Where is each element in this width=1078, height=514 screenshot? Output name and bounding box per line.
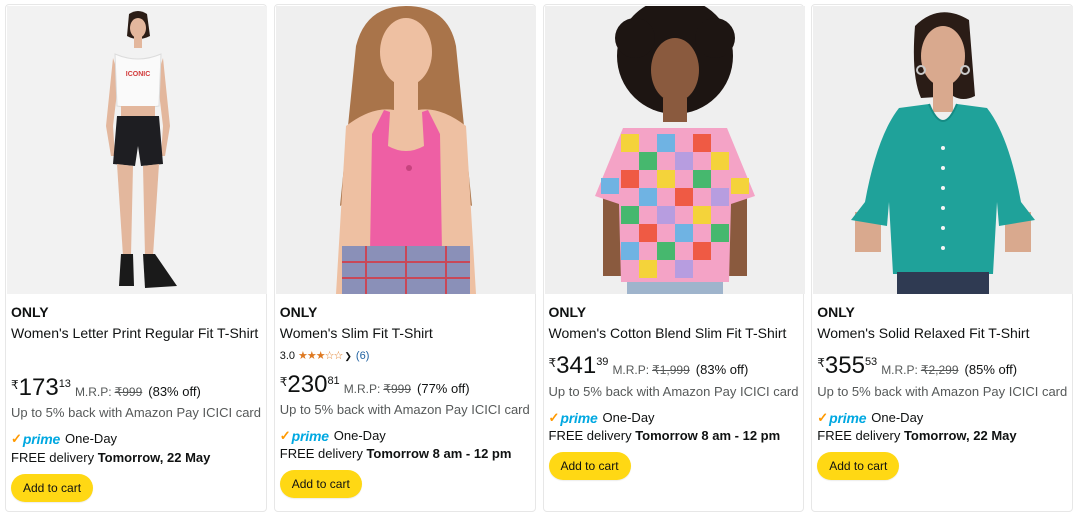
rating-count-link[interactable]: (6) [356,349,369,363]
discount-text: (83% off) [148,384,201,399]
price-currency: ₹ [11,378,19,392]
woman-checkered-tee-photo-icon [544,6,805,294]
mrp-value: ₹999 [114,385,143,399]
price-fraction: 39 [596,356,609,368]
star-rating-icon: ★★★☆☆ [298,350,343,362]
product-card: ICONIC ONLY Women's Letter Print Regular… [5,4,267,512]
product-title-link[interactable]: Women's Letter Print Regular Fit T-Shirt [11,323,261,344]
mrp-label: M.R.P: [343,382,381,396]
price-fraction: 81 [327,375,340,387]
add-to-cart-button[interactable]: Add to cart [817,452,900,480]
cashback-offer: Up to 5% back with Amazon Pay ICICI card [817,384,1068,399]
product-title-link[interactable]: Women's Solid Relaxed Fit T-Shirt [817,323,1067,344]
price-fraction: 53 [864,356,878,368]
brand-name: ONLY [11,304,49,320]
brand-name: ONLY [817,304,855,320]
prime-label: One-Day [333,428,386,443]
product-image[interactable] [275,6,536,294]
product-card: ONLY Women's Cotton Blend Slim Fit T-Shi… [542,4,805,512]
delivery-info: FREE delivery Tomorrow 8 am - 12 pm [279,446,512,461]
price-block: ₹ 341 39 M.R.P: ₹1,999 (83% off) [549,352,749,379]
price-block: ₹ 230 81 M.R.P: ₹999 (77% off) [280,371,470,398]
prime-logo-icon: ✓ prime [11,431,61,447]
prime-logo-icon: ✓ prime [817,410,867,426]
product-image[interactable]: ICONIC [7,6,267,294]
price-currency: ₹ [279,375,288,389]
discount-text: (83% off) [695,362,749,377]
mrp-label: M.R.P: [612,363,650,377]
cashback-offer: Up to 5% back with Amazon Pay ICICI card [11,405,261,420]
rating-row[interactable]: 3.0 ★★★☆☆ ❯ (6) [280,349,370,363]
mrp-value: ₹2,299 [920,363,959,377]
delivery-info: FREE delivery Tomorrow, 22 May [817,428,1017,443]
cashback-offer: Up to 5% back with Amazon Pay ICICI card [279,402,530,417]
add-to-cart-button[interactable]: Add to cart [279,470,362,498]
product-card: ONLY Women's Slim Fit T-Shirt 3.0 ★★★☆☆ … [273,4,536,512]
price-block: ₹ 355 53 M.R.P: ₹2,299 (85% off) [817,352,1017,379]
product-card: ONLY Women's Solid Relaxed Fit T-Shirt ₹… [811,4,1074,512]
chevron-down-icon[interactable]: ❯ [344,349,352,363]
add-to-cart-button[interactable]: Add to cart [11,474,94,502]
top-print-text: ICONIC [126,71,151,78]
prime-label: One-Day [65,431,118,446]
rating-value: 3.0 [279,350,296,362]
price-currency: ₹ [548,356,557,370]
price-whole: 341 [556,352,597,379]
product-image[interactable] [544,6,805,294]
product-title-link[interactable]: Women's Cotton Blend Slim Fit T-Shirt [549,323,799,344]
prime-logo-icon: ✓ prime [279,428,329,444]
mrp-label: M.R.P: [881,363,918,377]
prime-row: ✓ prime One-Day [11,431,117,447]
price-block: ₹ 173 13 M.R.P: ₹999 (83% off) [11,374,201,401]
prime-label: One-Day [602,410,655,425]
woman-white-crop-top-photo-icon: ICONIC [7,6,267,294]
discount-text: (85% off) [964,362,1018,377]
price-whole: 355 [824,352,865,379]
price-whole: 173 [18,374,59,401]
price-currency: ₹ [817,356,825,370]
prime-row: ✓ prime One-Day [280,428,386,444]
discount-text: (77% off) [417,381,470,396]
brand-name: ONLY [548,304,587,320]
delivery-info: FREE delivery Tomorrow 8 am - 12 pm [548,428,781,443]
price-whole: 230 [287,371,328,398]
product-title-link[interactable]: Women's Slim Fit T-Shirt [280,323,530,344]
woman-teal-top-photo-icon [813,6,1074,294]
prime-row: ✓ prime One-Day [549,410,655,426]
prime-logo-icon: ✓ prime [548,410,598,426]
mrp-label: M.R.P: [74,385,112,399]
prime-label: One-Day [871,410,924,425]
product-grid: ICONIC ONLY Women's Letter Print Regular… [5,4,1074,512]
brand-name: ONLY [279,304,318,320]
woman-pink-tank-photo-icon [275,6,536,294]
mrp-value: ₹1,999 [652,363,690,377]
add-to-cart-button[interactable]: Add to cart [548,452,631,480]
delivery-info: FREE delivery Tomorrow, 22 May [11,450,211,465]
cashback-offer: Up to 5% back with Amazon Pay ICICI card [548,384,799,399]
price-fraction: 13 [58,378,71,390]
product-image[interactable] [813,6,1074,294]
mrp-value: ₹999 [383,382,412,396]
prime-row: ✓ prime One-Day [817,410,923,426]
